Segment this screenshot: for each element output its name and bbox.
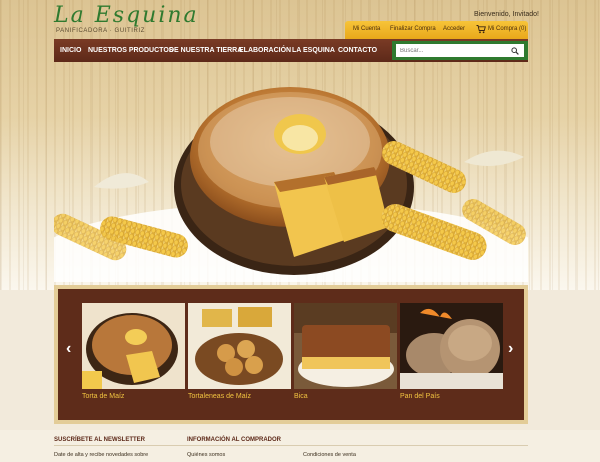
cart-link[interactable]: Mi Compra (0) [488,26,526,32]
carousel-item[interactable]: Torta de Maíz [82,303,185,409]
chevron-right-icon[interactable]: › [508,341,518,357]
logo-tagline: PANIFICADORA · GUITIRIZ [56,28,146,34]
nav-item-contacto[interactable]: CONTACTO [338,47,377,54]
product-label[interactable]: Bica [294,393,397,400]
nav-item-la-esquina[interactable]: LA ESQUINA [292,47,335,54]
carousel-item[interactable]: Pan del País [400,303,503,409]
product-image[interactable] [294,303,397,389]
product-image[interactable] [82,303,185,389]
nav-item-tierra[interactable]: DE NUESTRA TIERRA [169,47,242,54]
carousel-item[interactable]: Bica [294,303,397,409]
my-account-link[interactable]: Mi Cuenta [353,26,380,32]
newsletter-heading: SUSCRÍBETE AL NEWSLETTER [54,437,146,443]
info-link-condiciones[interactable]: Condiciones de venta [303,452,356,458]
logo-text[interactable]: La Esquina [54,4,199,28]
info-heading: INFORMACIÓN AL COMPRADOR [187,437,281,443]
product-label[interactable]: Torta de Maíz [82,393,185,400]
chevron-left-icon[interactable]: ‹ [66,341,76,357]
search-box [392,41,528,60]
hero-image [54,62,528,282]
login-link[interactable]: Acceder [443,26,465,32]
logo[interactable]: La Esquina PANIFICADORA · GUITIRIZ [54,4,199,35]
nav-item-productos[interactable]: NUESTROS PRODUCTOS [88,47,173,54]
nav-item-elaboracion[interactable]: ELABORACIÓN [239,47,291,54]
main-nav: INICIO NUESTROS PRODUCTOS DE NUESTRA TIE… [54,39,528,62]
product-image[interactable] [188,303,291,389]
checkout-link[interactable]: Finalizar Compra [390,26,436,32]
product-label[interactable]: Pan del País [400,393,503,400]
info-link-quienes[interactable]: Quiénes somos [187,452,225,458]
cart-icon[interactable] [476,24,486,34]
footer-divider [54,445,528,446]
newsletter-text: Date de alta y recibe novedades sobre [54,452,149,458]
product-label[interactable]: Tortaleneas de Maíz [188,393,291,400]
nav-item-inicio[interactable]: INICIO [60,47,81,54]
account-bar: Mi Cuenta Finalizar Compra Acceder Mi Co… [345,21,528,39]
search-input[interactable] [396,44,524,57]
product-image[interactable] [400,303,503,389]
product-carousel: ‹ Torta de Maíz Tortaleneas de Maíz Bica… [54,285,528,424]
search-icon[interactable] [511,47,519,55]
welcome-message: Bienvenido, Invitado! [474,11,539,18]
carousel-item[interactable]: Tortaleneas de Maíz [188,303,291,409]
carousel-panel: ‹ Torta de Maíz Tortaleneas de Maíz Bica… [58,289,524,420]
